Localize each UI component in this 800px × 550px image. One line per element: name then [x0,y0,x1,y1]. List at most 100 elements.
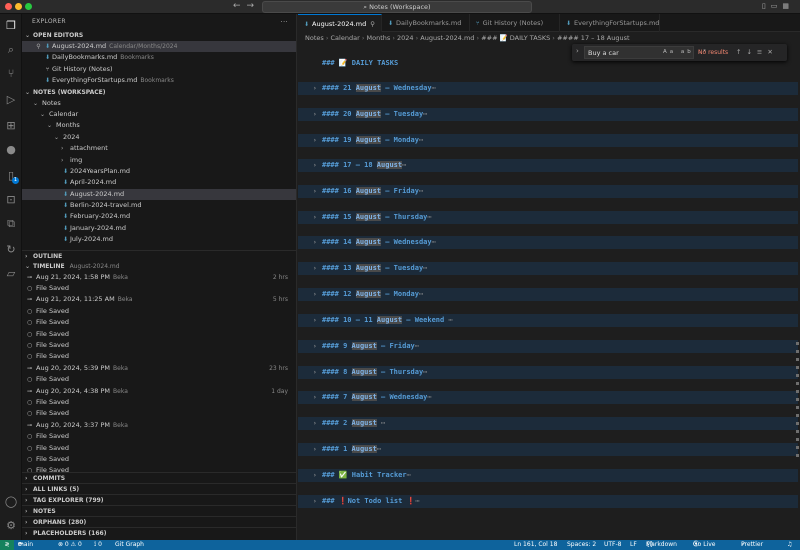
fold-chevron-icon[interactable]: › [313,236,317,249]
explorer-icon[interactable]: ❐ [3,18,19,34]
forward-arrow-icon[interactable]: → [247,1,261,11]
github-icon[interactable]: ● [3,142,19,158]
remote-icon[interactable]: ≷ [0,540,14,550]
tab-item[interactable]: ⬇ EverythingForStartups.md [560,14,660,32]
open-editor-item[interactable]: ⬇ DailyBookmarks.md Bookmarks [22,52,296,63]
fold-chevron-icon[interactable]: › [313,262,317,275]
open-editor-item[interactable]: ⬇ EverythingForStartups.md Bookmarks [22,75,296,86]
fold-chevron-icon[interactable]: › [313,134,317,147]
timeline-item[interactable]: ○ File Saved [22,351,296,362]
section-header[interactable]: › NOTES [22,505,296,516]
fold-chevron-icon[interactable]: › [313,108,317,121]
ports-indicator[interactable]: ⟟ 0 [94,540,102,550]
editor-line[interactable]: › #### 12 August – Monday⋯ [298,288,798,301]
tree-item[interactable]: ⬇ January-2024.md [22,223,296,234]
editor-line[interactable]: › #### 1 August⋯ [298,443,798,456]
tree-item[interactable]: ⌄ 2024 [22,132,296,143]
folded-ellipsis-icon[interactable]: ⋯ [415,342,419,350]
run-debug-icon[interactable]: ▷ [3,92,19,108]
tree-item[interactable]: ⬇ 2024YearsPlan.md [22,166,296,177]
folded-ellipsis-icon[interactable]: ⋯ [423,110,427,118]
timeline-item[interactable]: ○ File Saved [22,454,296,465]
toggle-replace-icon[interactable]: › [576,47,579,55]
toggle-sidebar-icon[interactable]: ▯ [762,2,771,10]
timeline-header[interactable]: ⌄ TIMELINE August-2024.md [22,261,296,272]
command-center[interactable]: ⌕ Notes (Workspace) [262,1,532,13]
editor-line[interactable]: › #### 8 August – Thursday⋯ [298,366,798,379]
nav-arrows[interactable]: ←→ [233,1,260,11]
fold-chevron-icon[interactable]: › [313,211,317,224]
timeline-item[interactable]: ⊸ Aug 21, 2024, 1:58 PM Beka 2 hrs [22,272,296,283]
tree-item[interactable]: ⌄ Calendar [22,109,296,120]
indentation[interactable]: Spaces: 2 [567,540,596,550]
folded-ellipsis-icon[interactable]: ⋯ [427,213,431,221]
folded-ellipsis-icon[interactable]: ⋯ [432,84,436,92]
timeline-item[interactable]: ⊸ Aug 20, 2024, 3:37 PM Beka [22,420,296,431]
source-control-icon[interactable]: ⑂ [3,66,19,82]
problems-indicator[interactable]: ⊗ 0 ⚠ 0 [58,540,82,550]
minimap-scroll-markers[interactable] [796,62,800,462]
folded-ellipsis-icon[interactable]: ⋯ [432,238,436,246]
breadcrumb-item[interactable]: August-2024.md [420,34,474,42]
folded-ellipsis-icon[interactable]: ⋯ [419,290,423,298]
breadcrumb-item[interactable]: Notes [305,34,324,42]
git-graph-icon[interactable]: ⧉ [3,216,19,232]
folded-ellipsis-icon[interactable]: ⋯ [381,419,385,427]
bell-icon[interactable]: ♫ [787,540,792,550]
maximize-window-button[interactable] [25,3,32,10]
fold-chevron-icon[interactable]: › [313,159,317,172]
pin-icon[interactable]: ⚲ [370,20,375,28]
editor-line[interactable]: › #### 16 August – Friday⋯ [298,185,798,198]
timeline-item[interactable]: ⊸ Aug 21, 2024, 11:25 AM Beka 5 hrs [22,294,296,305]
more-actions-icon[interactable]: ··· [280,14,288,30]
close-window-button[interactable] [5,3,12,10]
find-in-selection-icon[interactable]: ≡ [757,48,767,56]
editor-line[interactable]: › #### 15 August – Thursday⋯ [298,211,798,224]
folded-ellipsis-icon[interactable]: ⋯ [377,445,381,453]
timeline-item[interactable]: ○ File Saved [22,329,296,340]
search-icon[interactable]: ⌕ [3,42,19,58]
fold-chevron-icon[interactable]: › [313,185,317,198]
open-editors-header[interactable]: ⌄ OPEN EDITORS [22,30,296,41]
editor-line[interactable]: › #### 21 August – Wednesday⋯ [298,82,798,95]
timeline-item[interactable]: ○ File Saved [22,443,296,454]
tree-item[interactable]: ⌄ Months [22,120,296,131]
tree-item[interactable]: ⬇ Berlin-2024-travel.md [22,200,296,211]
fold-chevron-icon[interactable]: › [313,340,317,353]
minimize-window-button[interactable] [15,3,22,10]
fold-chevron-icon[interactable]: › [313,366,317,379]
open-editor-item[interactable]: ⚲ ⬇ August-2024.md Calendar/Months/2024 [22,41,296,53]
breadcrumb-item[interactable]: Months [366,34,390,42]
tree-item[interactable]: ⌄ Notes [22,98,296,109]
open-editor-item[interactable]: ⑂ Git History (Notes) [22,64,296,75]
previous-match-icon[interactable]: ↑ [736,48,746,56]
fold-chevron-icon[interactable]: › [313,417,317,430]
editor-line[interactable]: › #### 13 August – Tuesday⋯ [298,262,798,275]
account-icon[interactable]: ◯ [3,494,19,510]
editor-line[interactable]: › #### 19 August – Monday⋯ [298,134,798,147]
encoding[interactable]: UTF-8 [604,540,622,550]
fold-chevron-icon[interactable]: › [313,288,317,301]
tree-item[interactable]: ⬇ February-2024.md [22,211,296,222]
close-icon[interactable]: ✕ [767,48,777,56]
next-match-icon[interactable]: ↓ [746,48,756,56]
settings-gear-icon[interactable]: ⚙ [3,518,19,534]
section-header[interactable]: › ORPHANS (280) [22,516,296,527]
timeline-item[interactable]: ○ File Saved [22,283,296,294]
section-header[interactable]: › TAG EXPLORER (799) [22,494,296,505]
timeline-item[interactable]: ○ File Saved [22,340,296,351]
editor-content[interactable]: ### 📝 DAILY TASKS › #### 21 August – Wedne… [298,45,798,540]
outline-header[interactable]: › OUTLINE [22,249,296,261]
cursor-position[interactable]: Ln 161, Col 18 [514,540,557,550]
folded-ellipsis-icon[interactable]: ⋯ [415,497,419,505]
folded-ellipsis-icon[interactable]: ⋯ [423,264,427,272]
fold-chevron-icon[interactable]: › [313,314,317,327]
breadcrumb-item[interactable]: Calendar [331,34,360,42]
fold-chevron-icon[interactable]: › [313,469,317,482]
section-header[interactable]: › ALL LINKS (5) [22,483,296,494]
editor-line[interactable]: › #### 10 – 11 August – Weekend ⋯ [298,314,798,327]
workspace-header[interactable]: ⌄ NOTES (WORKSPACE) [22,87,296,98]
live-share-icon[interactable]: ↻ [3,242,19,258]
breadcrumb-item[interactable]: ### 📝 DAILY TASKS [481,34,550,42]
timeline-item[interactable]: ○ File Saved [22,374,296,385]
